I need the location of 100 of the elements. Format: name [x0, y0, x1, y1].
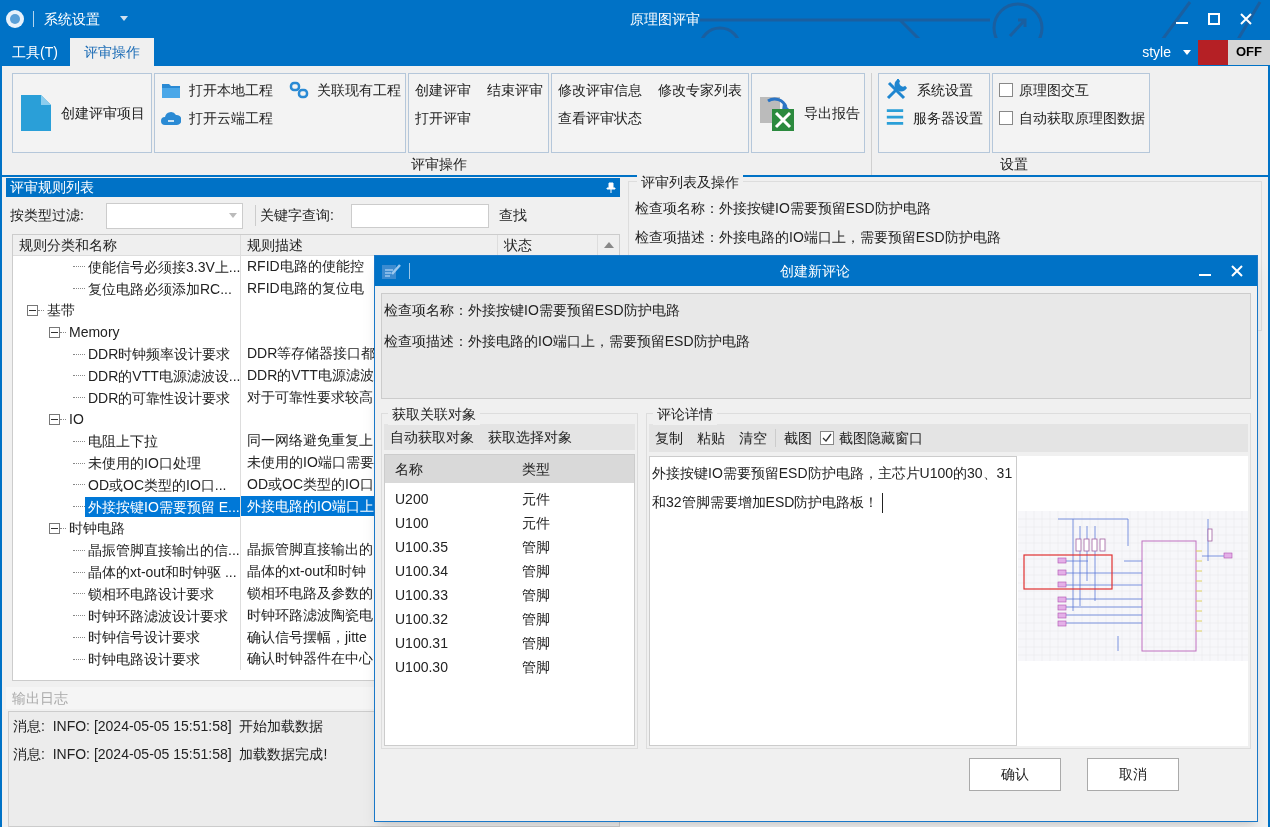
- check-item-name: 检查项名称：外接按键IO需要预留ESD防护电路: [384, 301, 681, 320]
- group-title: 获取关联对象: [388, 404, 480, 425]
- tree-item[interactable]: 使能信号必须接3.3V上...: [85, 256, 240, 277]
- tree-item[interactable]: 外接按键IO需要预留 E...: [85, 496, 240, 517]
- tree-item[interactable]: 晶振管脚直接输出的信...: [85, 540, 240, 561]
- group-label: 设置: [1000, 154, 1028, 174]
- checkbox[interactable]: [999, 83, 1013, 97]
- table-cell-text: U100.31: [394, 633, 449, 653]
- toolbar-button[interactable]: 自动获取对象: [390, 426, 474, 448]
- ribbon-button[interactable]: 修改评审信息: [558, 79, 642, 101]
- ribbon-tab[interactable]: 工具(T): [0, 38, 70, 66]
- table-cell-text: 管脚: [522, 633, 550, 653]
- ribbon-button[interactable]: 服务器设置: [885, 107, 983, 129]
- ribbon-button[interactable]: 修改专家列表: [658, 79, 742, 101]
- keyword-field[interactable]: [351, 203, 489, 228]
- tree-item[interactable]: DDR的VTT电源滤波设...: [85, 365, 240, 386]
- check-item-description: 检查项描述：外接电路的IO端口上，需要预留ESD防护电路: [635, 228, 1002, 247]
- tree-item[interactable]: DDR时钟频率设计要求: [85, 344, 240, 365]
- link-icon: [289, 81, 309, 99]
- table-cell-text: 确认时钟器件在中心: [247, 649, 373, 669]
- ribbon-button[interactable]: 系统设置: [885, 79, 983, 101]
- style-menu[interactable]: style: [1142, 41, 1171, 63]
- checkbox-label: 原理图交互: [1019, 80, 1089, 100]
- toolbar-button[interactable]: 截图: [784, 427, 812, 449]
- ribbon-button[interactable]: 导出报告: [758, 83, 860, 143]
- table-cell-text: 确认信号摆幅，jitte: [247, 627, 367, 647]
- table-cell-text: U200: [394, 489, 430, 509]
- ribbon-button[interactable]: 结束评审: [487, 79, 543, 101]
- group-title: 评论详情: [653, 404, 717, 425]
- expander-icon[interactable]: [27, 305, 38, 316]
- wrench-icon: [885, 79, 909, 101]
- app-logo-icon: [5, 9, 25, 29]
- table-cell-text: DDR等存储器接口都: [247, 344, 376, 364]
- tree-item[interactable]: 基带: [44, 300, 240, 321]
- edit-icon: [381, 262, 401, 280]
- table-cell-text: 锁相环电路及参数的: [247, 583, 373, 603]
- ribbon-button[interactable]: 打开云端工程: [161, 107, 273, 129]
- panel-title: 评审规则列表: [10, 178, 94, 197]
- table-cell-text: 管脚: [522, 561, 550, 581]
- dropdown-icon: [1183, 49, 1191, 55]
- comment-field[interactable]: 外接按键IO需要预留ESD防护电路，主芯片U100的30、31和32管脚需要增加ESD防护电路板！: [649, 456, 1017, 746]
- tree-item[interactable]: 时钟环路滤波设计要求: [85, 605, 240, 626]
- toolbar-button[interactable]: 获取选择对象: [488, 426, 572, 448]
- table-cell-text: U100.33: [394, 585, 449, 605]
- tree-item[interactable]: 未使用的IO口处理: [85, 453, 240, 474]
- tree-item[interactable]: OD或OC类型的IO口...: [85, 474, 240, 495]
- tree-item[interactable]: 时钟电路: [66, 518, 240, 539]
- tree-item[interactable]: IO: [66, 409, 240, 430]
- ribbon-button[interactable]: 关联现有工程: [289, 79, 401, 101]
- tree-item[interactable]: 时钟信号设计要求: [85, 627, 240, 648]
- table-cell-text: 时钟环路滤波陶瓷电: [247, 605, 373, 625]
- tree-item[interactable]: 锁相环电路设计要求: [85, 583, 240, 604]
- expander-icon[interactable]: [49, 522, 60, 534]
- search-button[interactable]: 查找: [499, 205, 527, 226]
- minimize-icon: [1199, 274, 1211, 276]
- checkbox-label: 截图隐藏窗口: [839, 428, 923, 448]
- ribbon-button[interactable]: 创建评审: [415, 79, 471, 101]
- ribbon-button[interactable]: 打开评审: [415, 107, 471, 129]
- pin-icon: [606, 181, 616, 194]
- tree-item[interactable]: 复位电路必须添加RC...: [85, 278, 240, 299]
- dialog-button[interactable]: 取消: [1087, 758, 1179, 791]
- toolbar-button[interactable]: 粘贴: [697, 427, 725, 449]
- ribbon-tab[interactable]: 评审操作: [69, 38, 154, 66]
- tree-item[interactable]: DDR的可靠性设计要求: [85, 387, 240, 408]
- expander-icon[interactable]: [49, 326, 60, 338]
- checkbox[interactable]: [999, 111, 1013, 125]
- close-icon: [1231, 265, 1243, 277]
- scroll-up-arrow-icon: [603, 242, 614, 248]
- cloud-icon: [161, 109, 181, 127]
- table-cell-text: 元件: [522, 489, 550, 509]
- tree-item[interactable]: 时钟电路设计要求: [85, 649, 240, 670]
- column-header[interactable]: 名称: [385, 458, 522, 480]
- maximize-icon: [1208, 13, 1220, 25]
- comment-text: 外接按键IO需要预留ESD防护电路，主芯片U100的30、31和32管脚需要增加ESD防护电路板！: [652, 465, 1013, 510]
- table-cell-text: OD或OC类型的IO口: [247, 474, 374, 494]
- group-label: 评审操作: [410, 154, 467, 174]
- table-cell-text: 元件: [522, 513, 550, 533]
- toolbar-button[interactable]: 清空: [739, 427, 767, 449]
- ribbon-button[interactable]: 创建评审项目: [19, 83, 145, 143]
- column-header[interactable]: 类型: [522, 458, 550, 480]
- quick-access-item[interactable]: 系统设置: [44, 8, 100, 30]
- tree-item[interactable]: Memory: [66, 322, 240, 343]
- dialog-button[interactable]: 确认: [969, 758, 1061, 791]
- column-header[interactable]: 规则分类和名称: [13, 235, 241, 256]
- ribbon-button[interactable]: 查看评审状态: [558, 107, 642, 129]
- field-label: 按类型过滤:: [10, 206, 85, 225]
- table-cell-text: DDR的VTT电源滤波: [247, 366, 374, 385]
- window-title: 原理图评审: [629, 10, 701, 29]
- table-cell-text: U100.35: [394, 537, 449, 557]
- ribbon-button[interactable]: 打开本地工程: [161, 79, 273, 101]
- close-icon: [1240, 13, 1252, 25]
- dropdown-icon: [229, 213, 237, 218]
- folder-icon: [161, 81, 181, 99]
- tree-item[interactable]: 电阻上下拉: [85, 431, 240, 452]
- expander-icon[interactable]: [49, 413, 60, 425]
- check-item-name: 检查项名称：外接按键IO需要预留ESD防护电路: [635, 199, 932, 218]
- tree-item[interactable]: 晶体的xt-out和时钟驱 ...: [85, 562, 240, 583]
- checkbox-label: 自动获取原理图数据: [1019, 108, 1145, 128]
- toolbar-button[interactable]: 复制: [655, 427, 683, 449]
- checkbox[interactable]: [820, 431, 834, 445]
